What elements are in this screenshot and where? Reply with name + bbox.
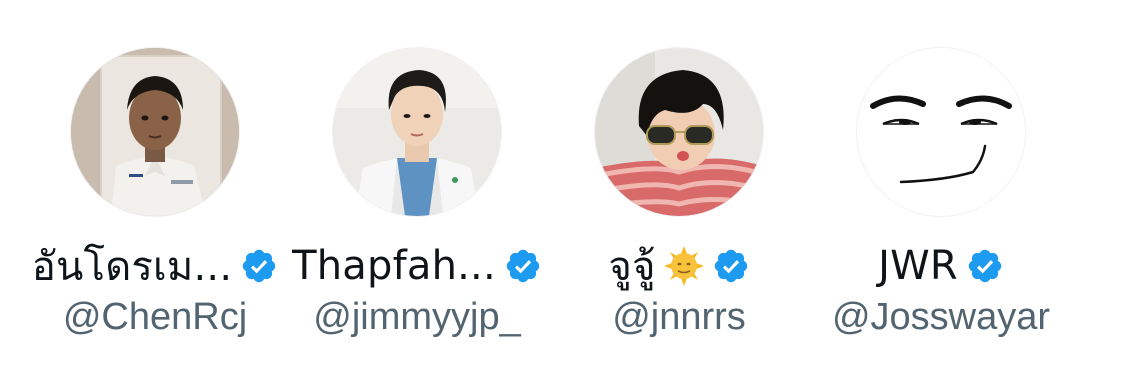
doctor-coat-avatar-icon <box>333 48 501 216</box>
avatar[interactable] <box>71 48 239 216</box>
sunglasses-selfie-avatar-icon <box>595 48 763 216</box>
display-name[interactable]: JWR <box>878 243 958 289</box>
name-line: Thapfah... <box>287 240 547 292</box>
account-card-jimmyyjp[interactable]: Thapfah... @jimmyyjp_ <box>287 0 547 390</box>
sun-with-face-emoji-icon <box>663 246 704 286</box>
verified-badge-icon <box>712 247 750 285</box>
avatar[interactable] <box>333 48 501 216</box>
handle[interactable]: @ChenRcj <box>25 296 285 342</box>
verified-badge-icon <box>240 247 278 285</box>
verified-badge-icon <box>966 247 1004 285</box>
account-card-chenrcj[interactable]: อันโดรเม... @ChenRcj <box>25 0 285 390</box>
name-line: จูจู้ <box>549 240 809 292</box>
handle[interactable]: @jimmyyjp_ <box>287 296 547 342</box>
display-name[interactable]: จูจู้ <box>608 234 655 298</box>
display-name[interactable]: Thapfah... <box>292 243 496 289</box>
suggested-accounts-row: อันโดรเม... @ChenRcj Thapfah... @jimmyyj… <box>0 0 1125 390</box>
display-name[interactable]: อันโดรเม... <box>32 234 233 298</box>
verified-badge-icon <box>504 247 542 285</box>
student-photo-avatar-icon <box>71 48 239 216</box>
account-card-jnnrrs[interactable]: จูจู้ @jnnrrs <box>549 0 809 390</box>
account-card-josswayar[interactable]: JWR @Josswayar <box>811 0 1071 390</box>
name-line: JWR <box>811 240 1071 292</box>
avatar[interactable] <box>857 48 1025 216</box>
handle[interactable]: @jnnrrs <box>549 296 809 342</box>
name-line: อันโดรเม... <box>25 240 285 292</box>
roblox-man-face-avatar-icon <box>857 48 1025 216</box>
avatar[interactable] <box>595 48 763 216</box>
handle[interactable]: @Josswayar <box>811 296 1071 342</box>
